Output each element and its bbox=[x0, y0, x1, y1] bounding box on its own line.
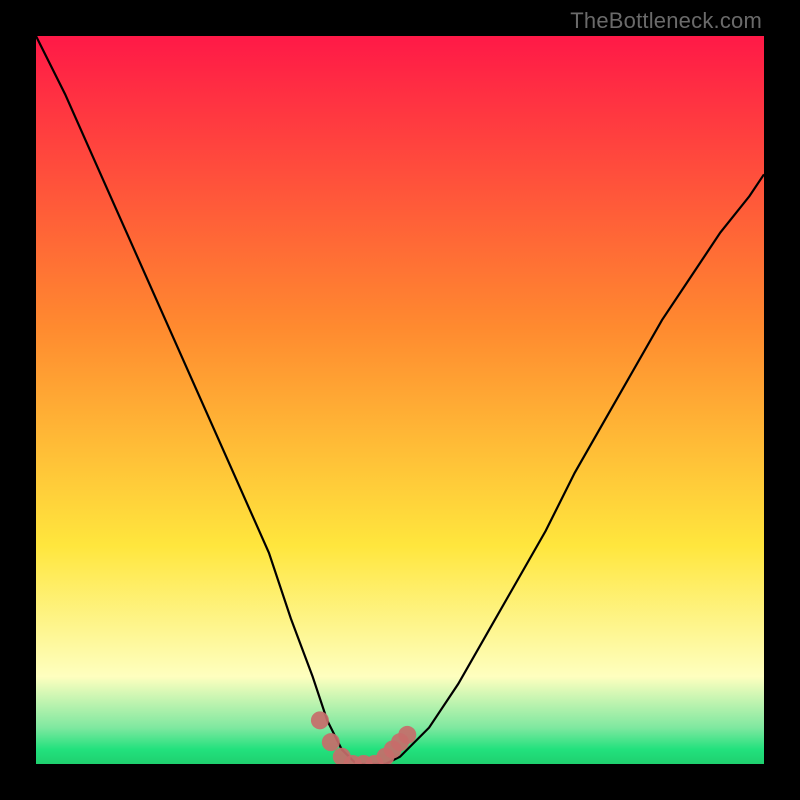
chart-frame: TheBottleneck.com bbox=[0, 0, 800, 800]
marker-dot bbox=[322, 733, 340, 751]
marker-dot bbox=[311, 711, 329, 729]
plot-area bbox=[36, 36, 764, 764]
gradient-background bbox=[36, 36, 764, 764]
bottleneck-chart bbox=[36, 36, 764, 764]
marker-dot bbox=[398, 726, 416, 744]
watermark-text: TheBottleneck.com bbox=[570, 8, 762, 34]
